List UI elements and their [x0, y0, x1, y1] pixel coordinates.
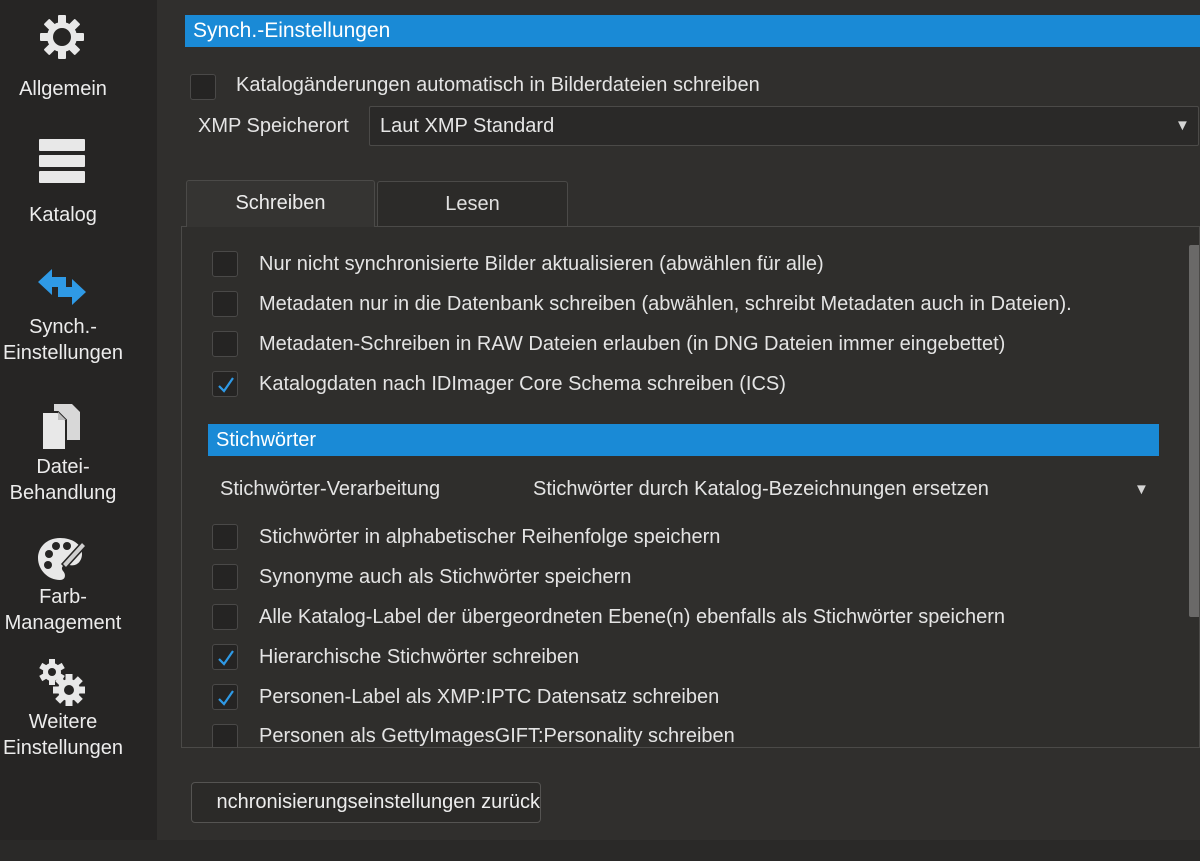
gears-icon — [36, 656, 88, 706]
xmp-location-dropdown[interactable]: Laut XMP Standard ▼ — [369, 106, 1199, 146]
write-option-checkbox[interactable] — [212, 251, 238, 277]
tab-label: Lesen — [445, 193, 500, 215]
chevron-down-icon: ▼ — [1134, 481, 1149, 498]
write-option-label: Nur nicht synchronisierte Bilder aktuali… — [259, 253, 824, 275]
scrollbar[interactable] — [1189, 245, 1199, 617]
keyword-option-label: Synonyme auch als Stichwörter speichern — [259, 566, 632, 588]
main-content: Synch.-Einstellungen Katalogänderungen a… — [157, 0, 1200, 840]
tab-panel-schreiben: Nur nicht synchronisierte Bilder aktuali… — [181, 226, 1200, 748]
sidebar-item-label: Allgemein — [19, 78, 107, 100]
write-option-checkbox[interactable] — [212, 291, 238, 317]
write-option-checkbox[interactable] — [212, 371, 238, 397]
sidebar-item-label: Farb- Management — [4, 586, 122, 634]
write-option-label: Metadaten-Schreiben in RAW Dateien erlau… — [259, 333, 1006, 355]
tab-label: Schreiben — [235, 192, 326, 214]
reset-sync-settings-button[interactable]: nchronisierungseinstellungen zurück — [191, 782, 541, 823]
sidebar-item-label: Weitere Einstellungen — [2, 711, 124, 759]
keywords-section-header: Stichwörter — [208, 424, 1159, 456]
keyword-option-label: Personen als GettyImagesGIFT:Personality… — [259, 725, 735, 747]
palette-icon — [36, 534, 88, 584]
sidebar: Allgemein Katalog Synch.- Einstellungen — [0, 0, 157, 840]
write-option-label: Katalogdaten nach IDImager Core Schema s… — [259, 373, 786, 395]
keyword-option-checkbox[interactable] — [212, 604, 238, 630]
auto-write-checkbox[interactable] — [190, 74, 216, 100]
keyword-option-checkbox[interactable] — [212, 564, 238, 590]
bottom-strip — [0, 840, 1200, 861]
checkmark-icon — [218, 690, 234, 706]
xmp-location-label: XMP Speicherort — [198, 115, 349, 137]
tab-schreiben[interactable]: Schreiben — [186, 180, 375, 227]
keyword-option-label: Alle Katalog-Label der übergeordneten Eb… — [259, 606, 1006, 628]
checkmark-icon — [218, 377, 234, 393]
keyword-option-checkbox[interactable] — [212, 644, 238, 670]
sidebar-item-datei-behandlung[interactable]: Datei- Behandlung — [0, 396, 157, 514]
write-option-checkbox[interactable] — [212, 331, 238, 357]
checkmark-icon — [218, 650, 234, 666]
keyword-option-label: Personen-Label als XMP:IPTC Datensatz sc… — [259, 686, 720, 708]
keyword-option-checkbox[interactable] — [212, 724, 238, 747]
keyword-option-checkbox[interactable] — [212, 524, 238, 550]
keyword-processing-dropdown[interactable]: Stichwörter durch Katalog-Bezeichnungen … — [522, 471, 1156, 507]
sidebar-item-label: Datei- Behandlung — [9, 456, 117, 504]
sidebar-item-label: Katalog — [29, 204, 97, 226]
files-icon — [36, 402, 88, 452]
sidebar-item-katalog[interactable]: Katalog — [0, 128, 157, 246]
keyword-option-label: Hierarchische Stichwörter schreiben — [259, 646, 580, 668]
gear-icon — [36, 12, 88, 62]
catalog-stack-icon — [36, 136, 88, 186]
keyword-processing-value: Stichwörter durch Katalog-Bezeichnungen … — [533, 478, 989, 500]
keyword-option-label: Stichwörter in alphabetischer Reihenfolg… — [259, 526, 721, 548]
sidebar-item-allgemein[interactable]: Allgemein — [0, 0, 157, 118]
sync-arrows-icon — [36, 262, 88, 312]
keywords-section-title: Stichwörter — [216, 429, 317, 451]
section-title: Synch.-Einstellungen — [193, 19, 391, 42]
reset-button-label: nchronisierungseinstellungen zurück — [216, 791, 540, 813]
sidebar-item-synch-einstellungen[interactable]: Synch.- Einstellungen — [0, 256, 157, 374]
sidebar-item-weitere-einstellungen[interactable]: Weitere Einstellungen — [0, 654, 157, 772]
xmp-location-value: Laut XMP Standard — [380, 115, 555, 137]
sidebar-item-label: Synch.- Einstellungen — [2, 316, 124, 364]
auto-write-label: Katalogänderungen automatisch in Bilderd… — [236, 74, 760, 96]
chevron-down-icon: ▼ — [1175, 117, 1190, 134]
section-header: Synch.-Einstellungen — [185, 15, 1200, 47]
write-option-label: Metadaten nur in die Datenbank schreiben… — [259, 293, 1072, 315]
keyword-processing-label: Stichwörter-Verarbeitung — [220, 478, 441, 500]
tab-lesen[interactable]: Lesen — [377, 181, 568, 227]
sidebar-item-farb-management[interactable]: Farb- Management — [0, 528, 157, 646]
keyword-option-checkbox[interactable] — [212, 684, 238, 710]
